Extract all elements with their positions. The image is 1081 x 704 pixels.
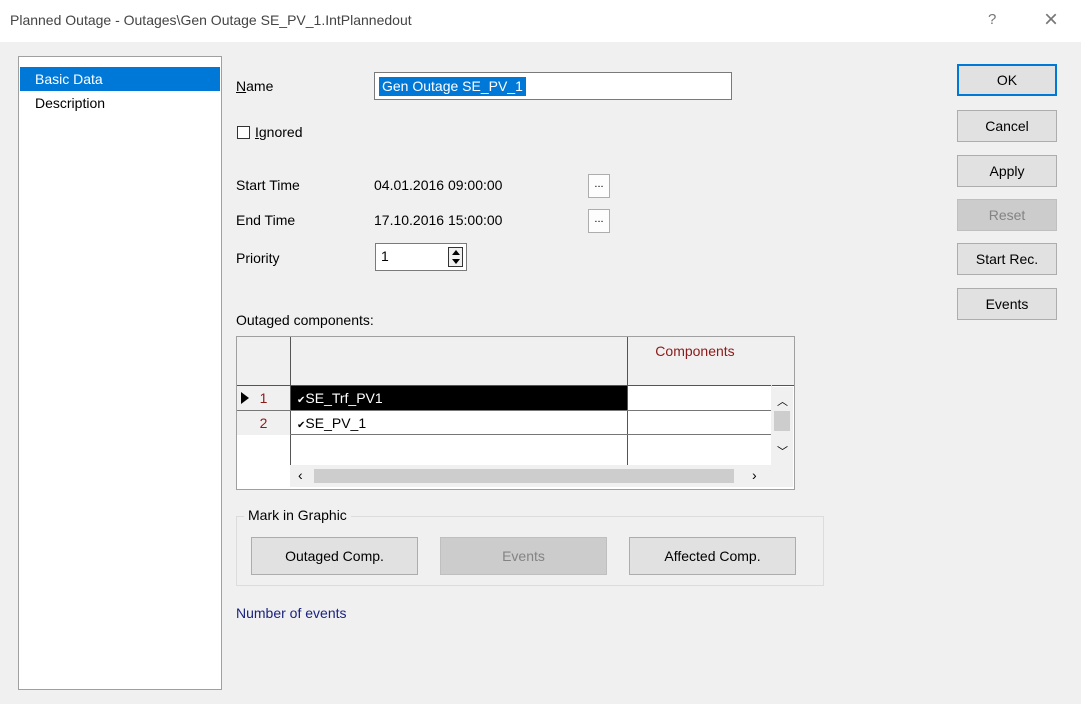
nav-item-basic-data[interactable]: Basic Data (20, 67, 220, 91)
start-rec-button[interactable]: Start Rec. (957, 243, 1057, 275)
table-row[interactable]: ✔SE_PV_1 (291, 411, 627, 435)
end-time-picker-button[interactable]: ... (588, 209, 610, 233)
mark-in-graphic-legend: Mark in Graphic (244, 507, 351, 523)
apply-button[interactable]: Apply (957, 155, 1057, 187)
cancel-button[interactable]: Cancel (957, 110, 1057, 142)
priority-label: Priority (236, 250, 280, 266)
scroll-thumb[interactable] (314, 469, 734, 483)
ok-button[interactable]: OK (957, 64, 1057, 96)
outaged-components-label: Outaged components: (236, 312, 374, 328)
name-label: Name (236, 78, 274, 94)
current-row-icon (241, 392, 249, 404)
name-input-value: Gen Outage SE_PV_1 (379, 77, 526, 96)
priority-input[interactable]: 1 (375, 243, 467, 271)
page-navigation-list: Basic Data Description (18, 56, 222, 690)
scroll-thumb[interactable] (774, 411, 790, 431)
start-time-label: Start Time (236, 177, 300, 193)
end-time-value: 17.10.2016 15:00:00 (374, 212, 503, 228)
scroll-right-icon[interactable]: › (752, 467, 757, 483)
spin-down-icon[interactable] (452, 259, 460, 264)
window-title: Planned Outage - Outages\Gen Outage SE_P… (10, 12, 412, 28)
priority-spinner[interactable] (448, 247, 463, 267)
start-time-picker-button[interactable]: ... (588, 174, 610, 198)
end-time-label: End Time (236, 212, 296, 228)
priority-value: 1 (381, 248, 389, 264)
name-input[interactable]: Gen Outage SE_PV_1 (374, 72, 732, 100)
nav-item-description[interactable]: Description (20, 91, 220, 115)
events-button[interactable]: Events (957, 288, 1057, 320)
title-bar: Planned Outage - Outages\Gen Outage SE_P… (0, 0, 1081, 42)
number-of-events-label: Number of events (236, 605, 347, 621)
scroll-left-icon[interactable]: ‹ (298, 467, 303, 483)
reset-button[interactable]: Reset (957, 199, 1057, 231)
ignored-checkbox[interactable] (237, 126, 250, 139)
events-mark-button[interactable]: Events (440, 537, 607, 575)
affected-comp-button[interactable]: Affected Comp. (629, 537, 796, 575)
scroll-down-icon[interactable]: ﹀ (777, 443, 788, 459)
table-row-number[interactable]: 2 (237, 411, 290, 435)
help-button[interactable]: ? (988, 11, 996, 28)
table-vertical-scrollbar[interactable]: ︿ ﹀ (771, 387, 793, 465)
column-header-components[interactable]: Components (527, 343, 794, 359)
outaged-comp-button[interactable]: Outaged Comp. (251, 537, 418, 575)
scroll-up-icon[interactable]: ︿ (777, 393, 788, 409)
table-horizontal-scrollbar[interactable]: ‹ › (290, 465, 793, 487)
table-row[interactable]: ✔SE_Trf_PV1 (291, 386, 627, 410)
table-row-number[interactable]: 1 (237, 386, 290, 410)
ignored-label[interactable]: Ignored (255, 124, 302, 140)
close-button[interactable]: × (1044, 6, 1058, 34)
spin-up-icon[interactable] (452, 250, 460, 255)
start-time-value: 04.01.2016 09:00:00 (374, 177, 503, 193)
